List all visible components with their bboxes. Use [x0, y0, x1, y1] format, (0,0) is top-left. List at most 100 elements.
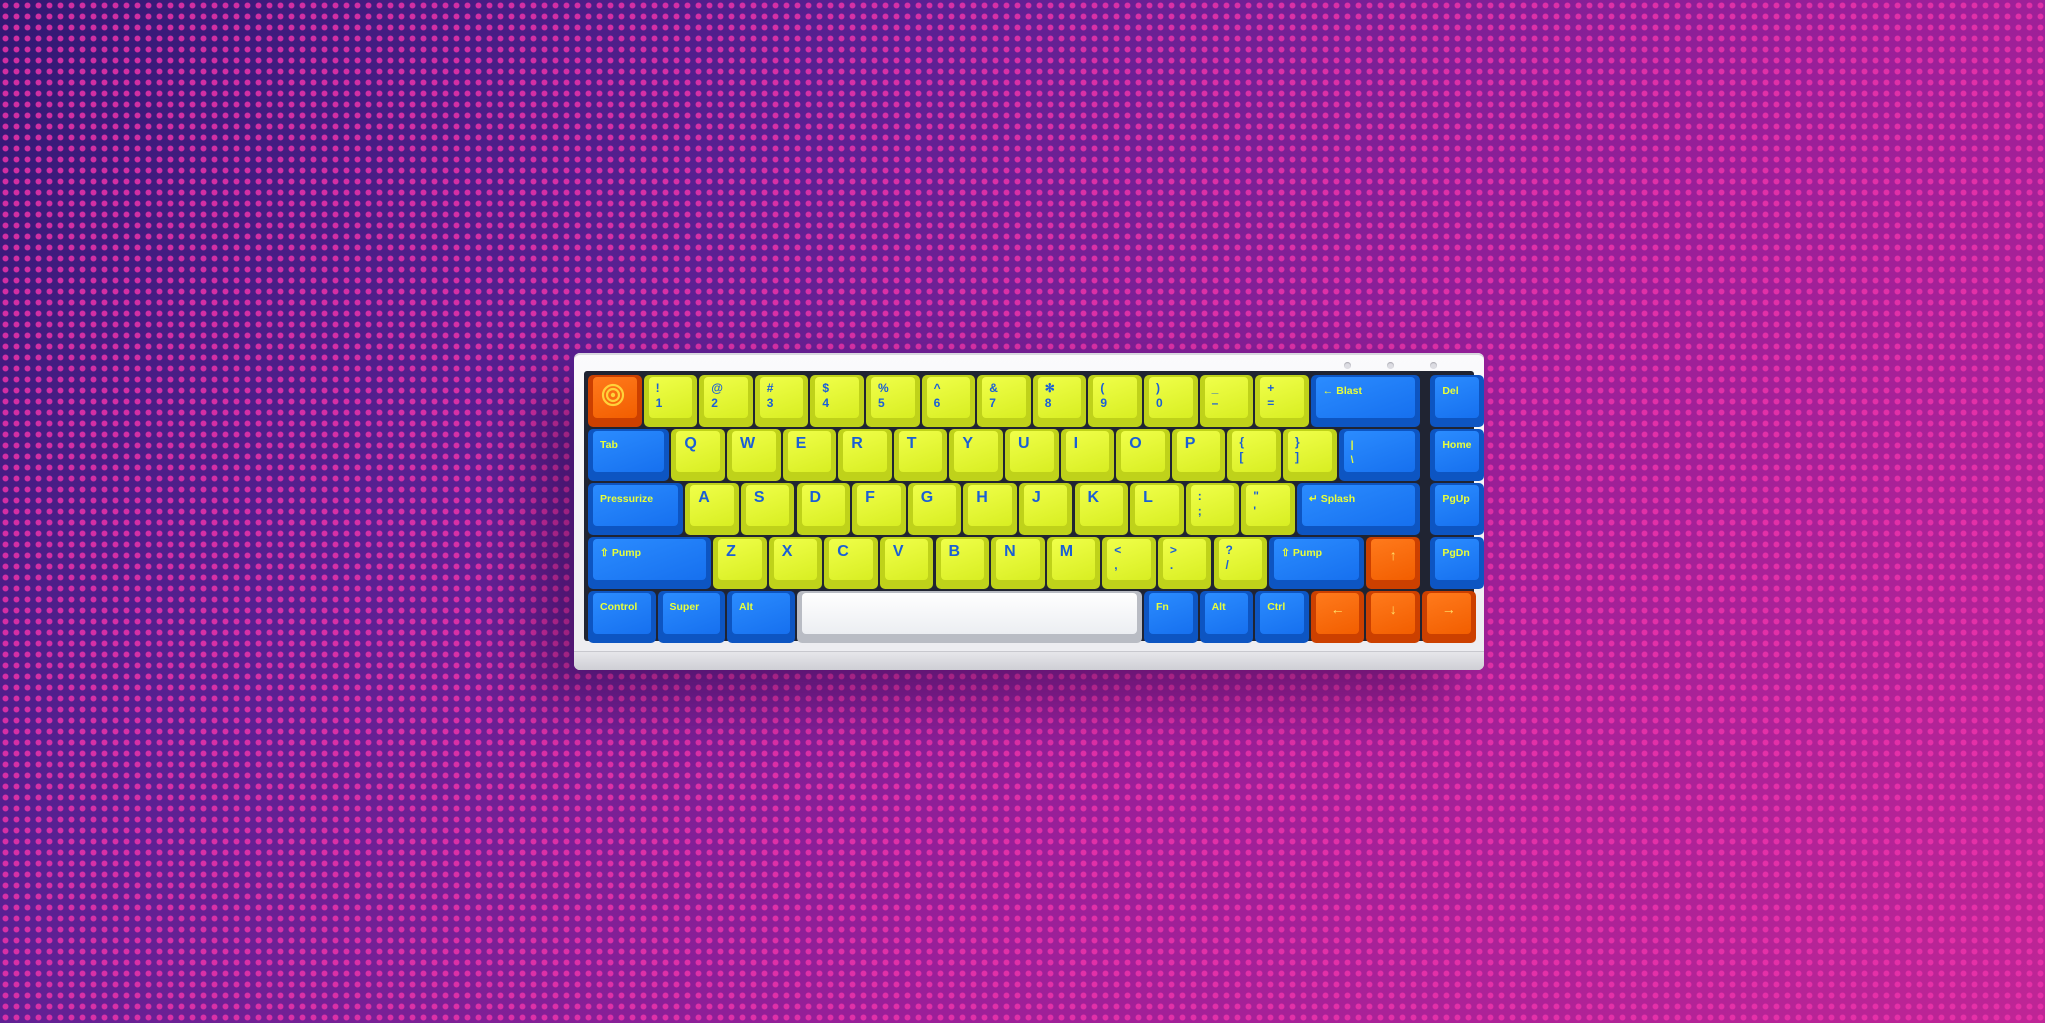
key-fn[interactable]: Fn	[1144, 591, 1198, 643]
key-lbracket[interactable]: { [	[1227, 429, 1281, 481]
key-quote-label: " '	[1253, 489, 1259, 518]
key-quote[interactable]: " '	[1241, 483, 1295, 535]
key-v[interactable]: V	[879, 537, 934, 589]
key-lbracket-label: { [	[1239, 435, 1245, 464]
key-minus[interactable]: _ –	[1199, 375, 1254, 427]
key-e[interactable]: E	[782, 429, 837, 481]
key-y-label: Y	[962, 435, 974, 452]
key-up[interactable]: ↑	[1366, 537, 1420, 589]
key-3[interactable]: # 3	[754, 375, 809, 427]
key-semicolon[interactable]: : ;	[1185, 483, 1240, 535]
key-del-label: Del	[1442, 385, 1459, 397]
shift-icon: ⇧	[600, 547, 609, 559]
key-backspace[interactable]: ← Blast	[1310, 375, 1420, 427]
key-period[interactable]: > .	[1157, 537, 1212, 589]
status-led-3	[1430, 362, 1437, 369]
key-6[interactable]: ^ 6	[921, 375, 976, 427]
key-0-label: ) 0	[1156, 381, 1163, 410]
key-c-label: C	[837, 543, 849, 560]
key-g[interactable]: G	[907, 483, 962, 535]
key-b[interactable]: B	[935, 537, 990, 589]
key-w[interactable]: W	[727, 429, 781, 481]
key-caps-label: Pressurize	[600, 493, 654, 505]
key-l-label: L	[1143, 489, 1153, 506]
key-4-label: $ 4	[822, 381, 830, 410]
key-8[interactable]: ✻ 8	[1032, 375, 1087, 427]
key-1-label: ! 1	[655, 381, 663, 410]
key-tab[interactable]: Tab	[588, 429, 670, 481]
key-7[interactable]: & 7	[977, 375, 1031, 427]
status-led-2	[1387, 362, 1394, 369]
key-lctrl[interactable]: Control	[588, 591, 656, 643]
shift-icon: ⇧	[1281, 547, 1290, 559]
key-m[interactable]: M	[1046, 537, 1101, 589]
key-esc[interactable]	[588, 375, 642, 427]
key-p[interactable]: P	[1171, 429, 1226, 481]
key-0[interactable]: ) 0	[1144, 375, 1198, 427]
key-x[interactable]: X	[768, 537, 823, 589]
key-caps[interactable]: Pressurize	[588, 483, 684, 535]
key-rbracket[interactable]: } ]	[1283, 429, 1337, 481]
key-s[interactable]: S	[740, 483, 795, 535]
key-4[interactable]: $ 4	[810, 375, 864, 427]
key-pgdn[interactable]: PgDn	[1430, 537, 1484, 589]
key-7-label: & 7	[989, 381, 998, 410]
key-5[interactable]: % 5	[866, 375, 920, 427]
key-d[interactable]: D	[796, 483, 851, 535]
key-pgdn-label: PgDn	[1442, 547, 1470, 559]
keyboard: ! 1 @ 2 # 3 $ 4 % 5 ^ 6 & 7 ✻ 8 ( 9 ) 0 _ – + = ← Bla…	[574, 353, 1484, 670]
key-left-label: ←	[1330, 601, 1345, 617]
key-equal-label: + =	[1267, 381, 1275, 410]
key-f[interactable]: F	[852, 483, 906, 535]
key-left[interactable]: ←	[1310, 591, 1365, 643]
key-2[interactable]: @ 2	[699, 375, 753, 427]
key-slash[interactable]: ? /	[1213, 537, 1268, 589]
key-h[interactable]: H	[963, 483, 1017, 535]
key-k[interactable]: K	[1074, 483, 1129, 535]
key-space[interactable]	[796, 591, 1142, 643]
key-equal[interactable]: + =	[1255, 375, 1309, 427]
key-t[interactable]: T	[893, 429, 948, 481]
key-n[interactable]: N	[991, 537, 1045, 589]
key-ralt[interactable]: Alt	[1199, 591, 1254, 643]
key-del[interactable]: Del	[1430, 375, 1484, 427]
key-v-label: V	[892, 543, 904, 560]
key-a[interactable]: A	[685, 483, 739, 535]
key-z[interactable]: Z	[713, 537, 767, 589]
key-u[interactable]: U	[1005, 429, 1059, 481]
key-pgup[interactable]: PgUp	[1430, 483, 1484, 535]
key-j[interactable]: J	[1018, 483, 1073, 535]
key-super[interactable]: Super	[657, 591, 725, 643]
key-backslash[interactable]: | \	[1338, 429, 1420, 481]
key-x-label: X	[781, 543, 793, 560]
key-r[interactable]: R	[838, 429, 892, 481]
key-enter[interactable]: ↵ Splash	[1296, 483, 1420, 535]
key-o[interactable]: O	[1116, 429, 1170, 481]
key-lshift[interactable]: ⇧ Pump	[588, 537, 712, 589]
key-1[interactable]: ! 1	[643, 375, 698, 427]
key-h-label: H	[976, 489, 988, 506]
key-y[interactable]: Y	[949, 429, 1003, 481]
key-i[interactable]: I	[1060, 429, 1115, 481]
key-enter-label: ↵ Splash	[1308, 493, 1356, 505]
key-rshift[interactable]: ⇧ Pump	[1269, 537, 1365, 589]
key-home-label: Home	[1442, 439, 1472, 451]
key-right[interactable]: →	[1422, 591, 1476, 643]
key-down[interactable]: ↓	[1366, 591, 1420, 643]
key-t-label: T	[906, 435, 917, 452]
key-home[interactable]: Home	[1430, 429, 1484, 481]
key-right-label: →	[1441, 601, 1456, 617]
key-rctrl[interactable]: Ctrl	[1255, 591, 1309, 643]
key-lctrl-label: Control	[600, 601, 638, 613]
key-semicolon-label: : ;	[1197, 489, 1202, 518]
status-led-1	[1344, 362, 1351, 369]
key-q[interactable]: Q	[671, 429, 725, 481]
case-lip	[574, 651, 1484, 670]
key-comma[interactable]: < ,	[1102, 537, 1156, 589]
return-icon: ↵	[1308, 493, 1318, 505]
key-s-label: S	[753, 489, 765, 506]
key-lalt[interactable]: Alt	[727, 591, 795, 643]
key-c[interactable]: C	[824, 537, 878, 589]
key-9[interactable]: ( 9	[1088, 375, 1142, 427]
key-l[interactable]: L	[1130, 483, 1184, 535]
